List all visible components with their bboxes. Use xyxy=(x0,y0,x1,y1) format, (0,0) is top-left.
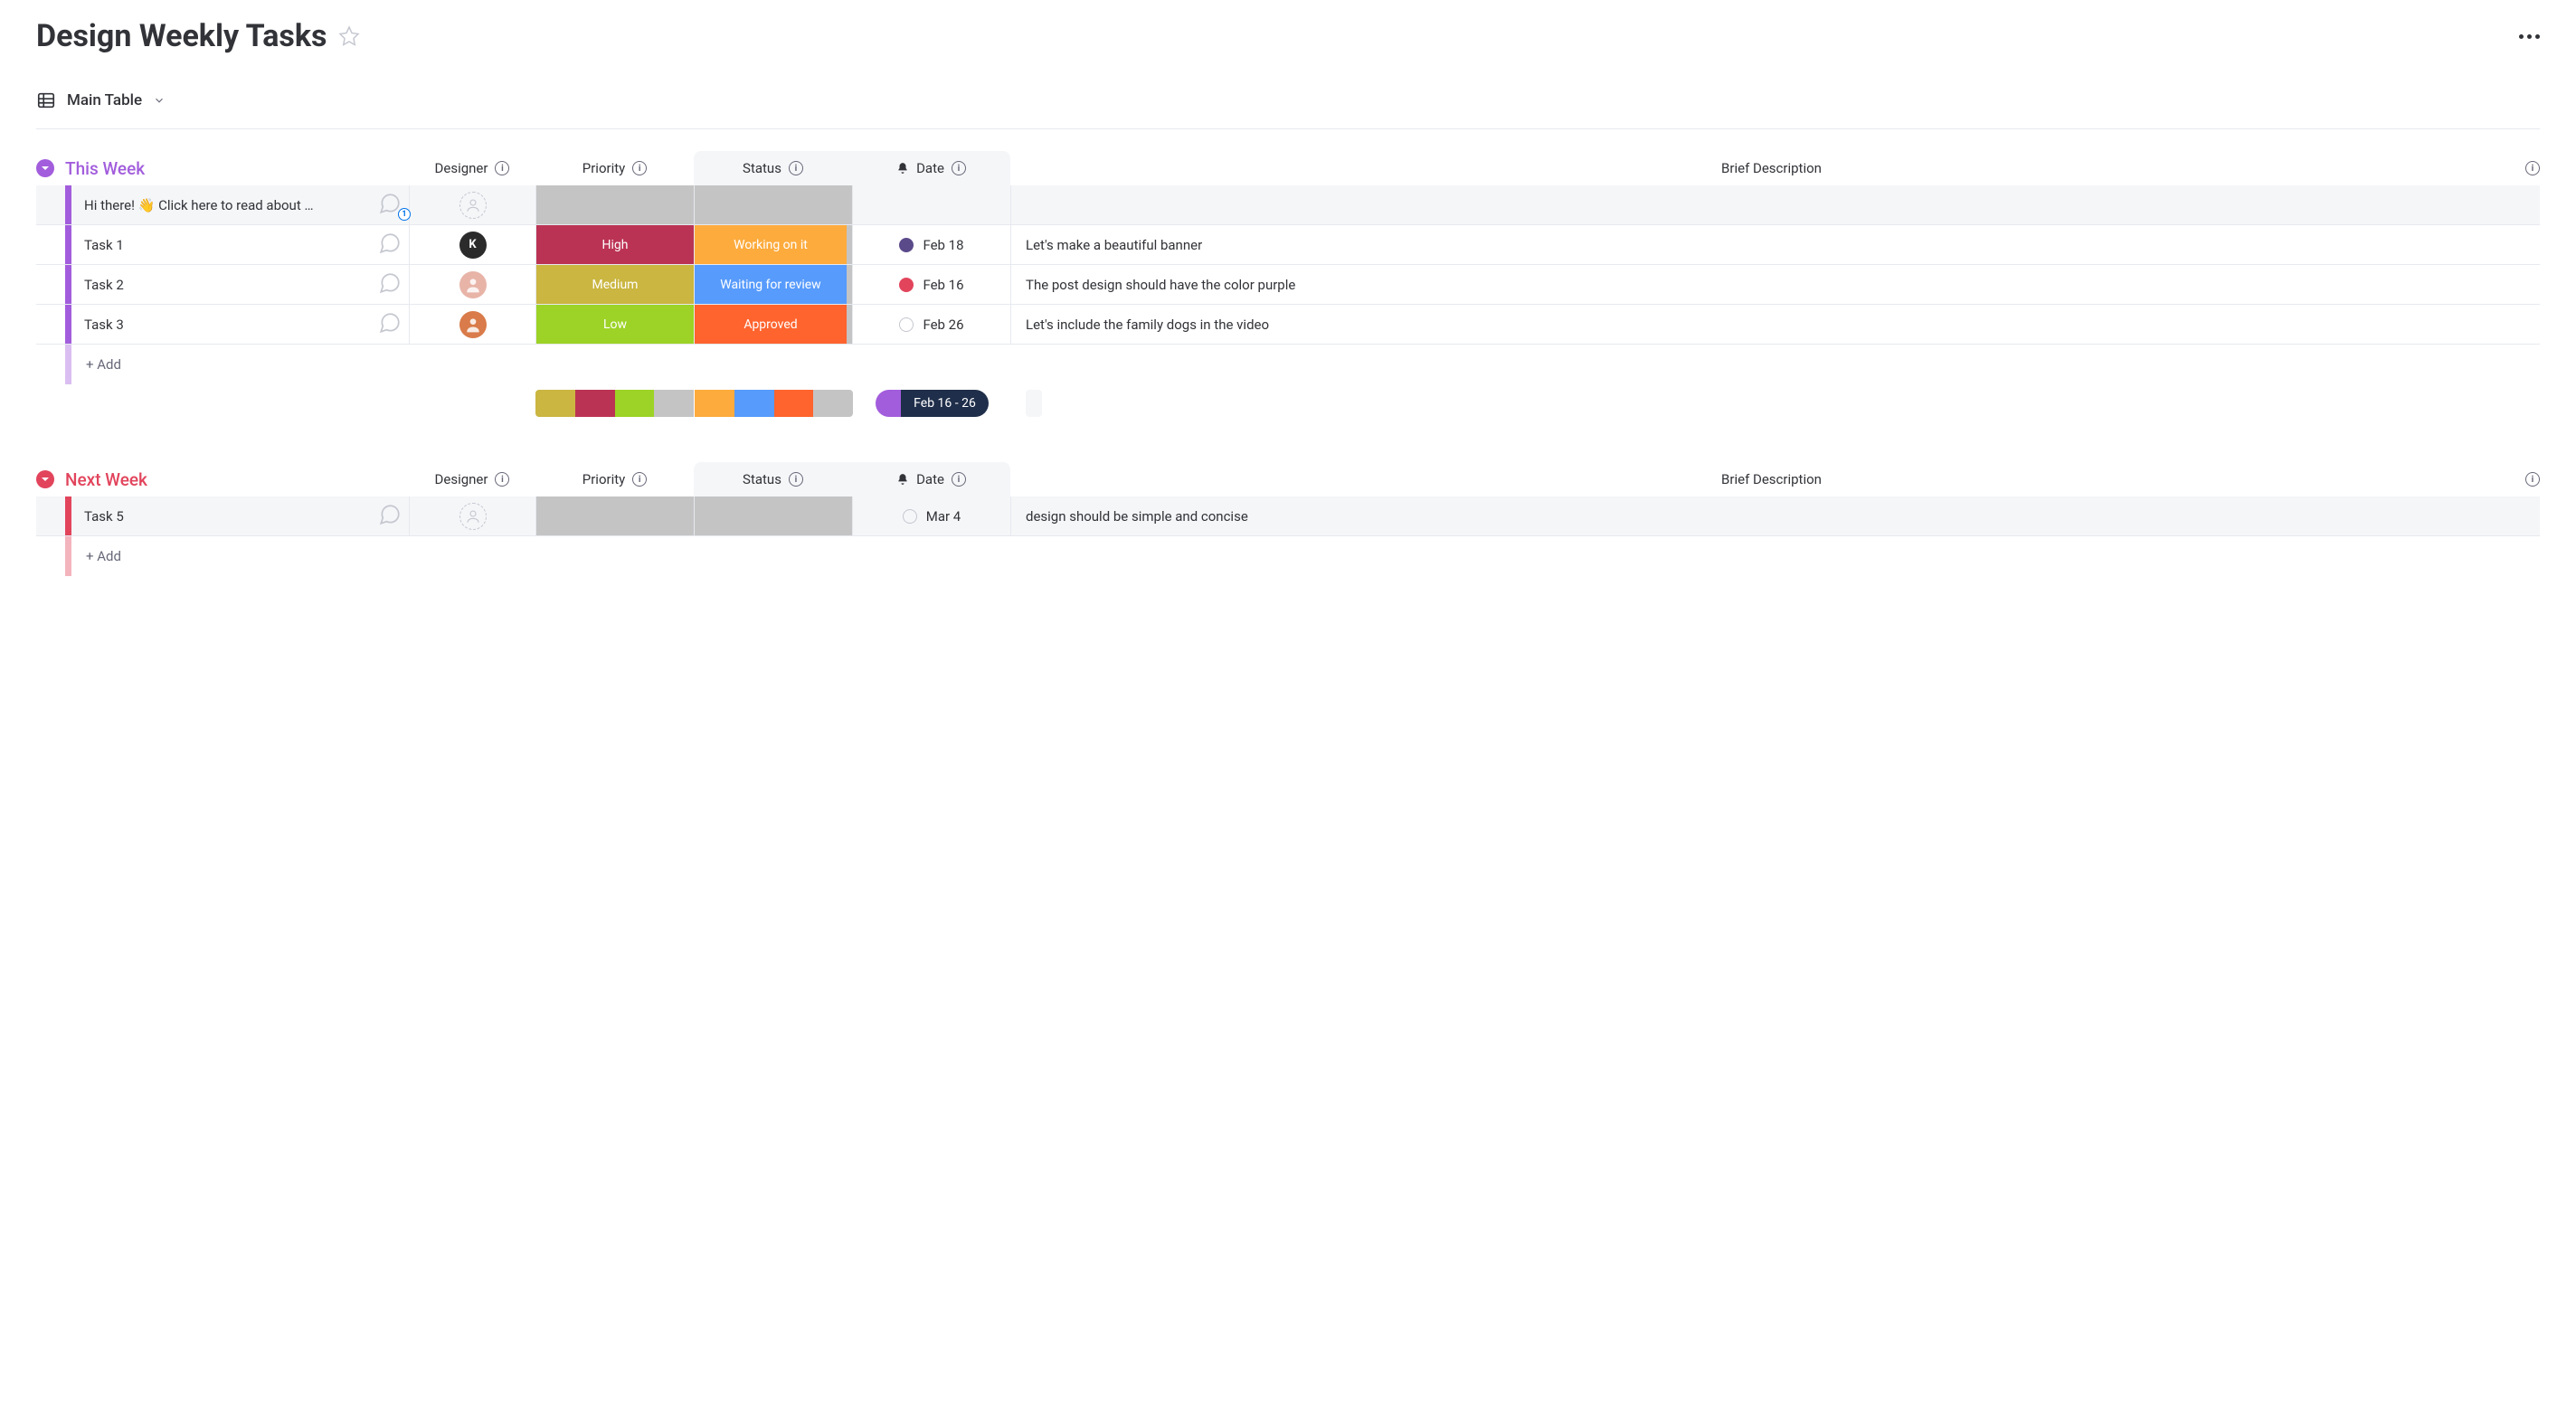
summary-status xyxy=(695,390,853,417)
chat-icon[interactable] xyxy=(378,503,402,526)
cell-priority[interactable] xyxy=(535,496,694,535)
add-row-button[interactable]: + Add xyxy=(36,536,2540,576)
cell-designer[interactable] xyxy=(409,185,535,224)
table-row[interactable]: Task 1 K High Working on it Feb 18 Let's… xyxy=(36,225,2540,265)
cell-date[interactable]: Feb 26 xyxy=(852,305,1010,344)
column-header-description[interactable]: Brief Descriptioni xyxy=(1010,151,2540,185)
info-icon[interactable]: i xyxy=(2525,161,2540,175)
info-icon[interactable]: i xyxy=(632,161,647,175)
cell-description[interactable]: Let's make a beautiful banner xyxy=(1010,225,2540,264)
date-status-dot xyxy=(899,317,914,332)
view-selector[interactable]: Main Table xyxy=(36,90,2540,129)
cell-date[interactable]: Feb 16 xyxy=(852,265,1010,304)
cell-status[interactable] xyxy=(694,496,852,535)
chat-icon[interactable] xyxy=(378,232,402,255)
cell-description[interactable]: The post design should have the color pu… xyxy=(1010,265,2540,304)
view-label: Main Table xyxy=(67,91,142,109)
chevron-down-icon xyxy=(153,94,166,107)
date-status-dot xyxy=(899,278,914,292)
cell-priority[interactable]: Low xyxy=(535,305,694,344)
column-header-priority[interactable]: Priorityi xyxy=(535,151,694,185)
info-icon[interactable]: i xyxy=(632,472,647,487)
group-color-bar xyxy=(65,225,71,264)
cell-status[interactable]: Waiting for review xyxy=(694,265,852,304)
favorite-star-icon[interactable] xyxy=(338,25,360,47)
column-header-date[interactable]: Datei xyxy=(852,462,1010,496)
column-header-status[interactable]: Statusi xyxy=(694,151,852,185)
task-title[interactable]: Task 5 xyxy=(84,508,378,525)
table-row[interactable]: Task 2 Medium Waiting for review Feb 16 … xyxy=(36,265,2540,305)
column-header-status[interactable]: Statusi xyxy=(694,462,852,496)
cell-date[interactable] xyxy=(852,185,1010,224)
cell-date[interactable]: Feb 18 xyxy=(852,225,1010,264)
summary-description xyxy=(1026,390,1042,417)
avatar[interactable]: K xyxy=(459,232,487,259)
task-title[interactable]: Task 2 xyxy=(84,277,378,293)
cell-designer[interactable]: K xyxy=(409,225,535,264)
table-icon xyxy=(36,90,56,110)
date-status-dot xyxy=(899,238,914,252)
column-header-date[interactable]: Datei xyxy=(852,151,1010,185)
group-color-bar xyxy=(65,185,71,224)
group-color-bar xyxy=(65,265,71,304)
avatar-empty[interactable] xyxy=(459,503,487,530)
chat-icon[interactable] xyxy=(378,311,402,335)
info-icon[interactable]: i xyxy=(789,472,803,487)
cell-priority[interactable]: High xyxy=(535,225,694,264)
avatar-empty[interactable] xyxy=(459,192,487,219)
summary-priority xyxy=(535,390,694,417)
cell-description[interactable]: design should be simple and concise xyxy=(1010,496,2540,535)
add-row-button[interactable]: + Add xyxy=(36,345,2540,384)
info-icon[interactable]: i xyxy=(2525,472,2540,487)
group-title[interactable]: Next Week xyxy=(65,469,409,490)
info-icon[interactable]: i xyxy=(495,161,509,175)
collapse-group-button[interactable] xyxy=(36,470,54,488)
cell-status[interactable]: Approved xyxy=(694,305,852,344)
table-row[interactable]: Task 3 Low Approved Feb 26 Let's include… xyxy=(36,305,2540,345)
task-title[interactable]: Hi there! 👋 Click here to read about … xyxy=(84,197,378,213)
cell-priority[interactable] xyxy=(535,185,694,224)
info-icon[interactable]: i xyxy=(952,472,966,487)
cell-designer[interactable] xyxy=(409,496,535,535)
cell-description[interactable] xyxy=(1010,185,2540,224)
collapse-group-button[interactable] xyxy=(36,159,54,177)
group-color-bar xyxy=(65,305,71,344)
column-header-priority[interactable]: Priorityi xyxy=(535,462,694,496)
avatar[interactable] xyxy=(459,311,487,338)
task-title[interactable]: Task 3 xyxy=(84,317,378,333)
info-icon[interactable]: i xyxy=(952,161,966,175)
date-status-dot xyxy=(903,509,917,524)
table-row[interactable]: Hi there! 👋 Click here to read about … 1 xyxy=(36,185,2540,225)
group-title[interactable]: This Week xyxy=(65,158,409,179)
group-color-bar xyxy=(65,496,71,535)
summary-date: Feb 16 - 26 xyxy=(853,390,1011,417)
more-menu-icon[interactable] xyxy=(2519,34,2540,39)
bell-icon xyxy=(896,162,909,175)
avatar[interactable] xyxy=(459,271,487,298)
column-header-designer[interactable]: Designeri xyxy=(409,151,535,185)
cell-designer[interactable] xyxy=(409,305,535,344)
cell-designer[interactable] xyxy=(409,265,535,304)
bell-icon xyxy=(896,473,909,486)
cell-description[interactable]: Let's include the family dogs in the vid… xyxy=(1010,305,2540,344)
cell-status[interactable] xyxy=(694,185,852,224)
table-row[interactable]: Task 5 Mar 4 design should be simple and… xyxy=(36,496,2540,536)
info-icon[interactable]: i xyxy=(789,161,803,175)
cell-date[interactable]: Mar 4 xyxy=(852,496,1010,535)
page-title: Design Weekly Tasks xyxy=(36,18,327,54)
info-icon[interactable]: i xyxy=(495,472,509,487)
task-title[interactable]: Task 1 xyxy=(84,237,378,253)
cell-priority[interactable]: Medium xyxy=(535,265,694,304)
cell-status[interactable]: Working on it xyxy=(694,225,852,264)
column-header-description[interactable]: Brief Descriptioni xyxy=(1010,462,2540,496)
chat-icon[interactable] xyxy=(378,271,402,295)
column-header-designer[interactable]: Designeri xyxy=(409,462,535,496)
